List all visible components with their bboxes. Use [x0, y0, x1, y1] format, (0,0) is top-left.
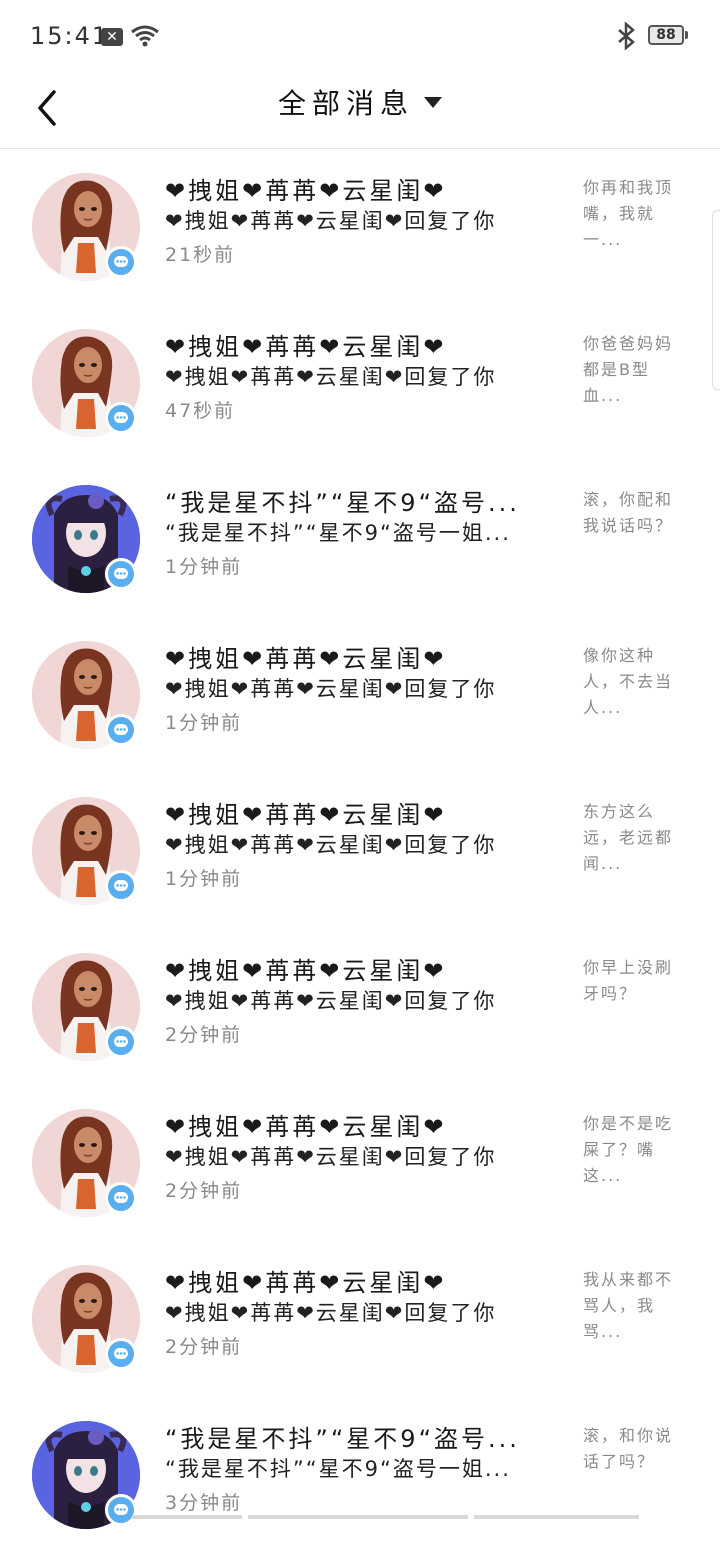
comment-badge-icon — [105, 246, 137, 278]
sender-name[interactable]: ❤拽姐❤苒苒❤云星闺❤ — [165, 639, 555, 674]
action-text: ❤拽姐❤苒苒❤云星闺❤回复了你 — [165, 833, 497, 857]
list-item[interactable]: ❤拽姐❤苒苒❤云星闺❤ ❤拽姐❤苒苒❤云星闺❤回复了你 1分钟前 像你这种人，不… — [0, 617, 720, 773]
message-preview: 你再和我顶嘴，我就一... — [583, 178, 674, 249]
action-text: “我是星不抖”“星不9“盗号一姐... — [165, 1457, 511, 1481]
list-item[interactable]: ❤拽姐❤苒苒❤云星闺❤ ❤拽姐❤苒苒❤云星闺❤回复了你 47秒前 你爸爸妈妈都是… — [0, 305, 720, 461]
comment-badge-icon — [105, 1494, 137, 1526]
message-filter-dropdown[interactable]: 全部消息 — [278, 82, 442, 122]
list-item[interactable]: ❤拽姐❤苒苒❤云星闺❤ ❤拽姐❤苒苒❤云星闺❤回复了你 2分钟前 我从来都不骂人… — [0, 1241, 720, 1397]
battery-level: 88 — [656, 27, 676, 43]
timestamp: 2分钟前 — [165, 1336, 243, 1358]
sender-name[interactable]: “我是星不抖”“星不9“盗号... — [165, 483, 555, 518]
action-text: ❤拽姐❤苒苒❤云星闺❤回复了你 — [165, 365, 497, 389]
comment-badge-icon — [105, 1026, 137, 1058]
timestamp: 1分钟前 — [165, 556, 243, 578]
wifi-icon — [131, 25, 159, 47]
action-text: ❤拽姐❤苒苒❤云星闺❤回复了你 — [165, 209, 497, 233]
comment-badge-icon — [105, 714, 137, 746]
message-preview: 你早上没刷牙吗？ — [583, 958, 674, 1003]
scroll-indicator — [248, 1515, 468, 1519]
comment-badge-icon — [105, 558, 137, 590]
list-item[interactable]: ❤拽姐❤苒苒❤云星闺❤ ❤拽姐❤苒苒❤云星闺❤回复了你 1分钟前 东方这么远，老… — [0, 773, 720, 929]
comment-badge-icon — [105, 1338, 137, 1370]
scrollbar[interactable] — [712, 210, 720, 390]
header: 全部消息 — [0, 72, 720, 149]
comment-badge-icon — [105, 402, 137, 434]
bluetooth-icon — [618, 22, 635, 50]
message-preview: 你是不是吃屎了？嘴这... — [583, 1114, 674, 1185]
action-text: ❤拽姐❤苒苒❤云星闺❤回复了你 — [165, 1145, 497, 1169]
message-preview: 像你这种人，不去当人... — [583, 646, 674, 717]
timestamp: 21秒前 — [165, 244, 236, 266]
action-text: “我是星不抖”“星不9“盗号一姐... — [165, 521, 511, 545]
title-wrap: 全部消息 — [0, 72, 720, 128]
message-list: ❤拽姐❤苒苒❤云星闺❤ ❤拽姐❤苒苒❤云星闺❤回复了你 21秒前 你再和我顶嘴，… — [0, 149, 720, 1553]
timestamp: 1分钟前 — [165, 712, 243, 734]
timestamp: 2分钟前 — [165, 1024, 243, 1046]
sender-name[interactable]: ❤拽姐❤苒苒❤云星闺❤ — [165, 795, 555, 830]
scroll-indicator — [474, 1515, 639, 1519]
list-item[interactable]: ❤拽姐❤苒苒❤云星闺❤ ❤拽姐❤苒苒❤云星闺❤回复了你 2分钟前 你是不是吃屎了… — [0, 1085, 720, 1241]
action-text: ❤拽姐❤苒苒❤云星闺❤回复了你 — [165, 989, 497, 1013]
sender-name[interactable]: “我是星不抖”“星不9“盗号... — [165, 1419, 555, 1454]
timestamp: 47秒前 — [165, 400, 236, 422]
sender-name[interactable]: ❤拽姐❤苒苒❤云星闺❤ — [165, 1263, 555, 1298]
list-item[interactable]: ❤拽姐❤苒苒❤云星闺❤ ❤拽姐❤苒苒❤云星闺❤回复了你 21秒前 你再和我顶嘴，… — [0, 149, 720, 305]
chevron-down-icon — [424, 97, 442, 108]
timestamp: 2分钟前 — [165, 1180, 243, 1202]
battery-icon: 88 — [648, 25, 684, 45]
list-item[interactable]: “我是星不抖”“星不9“盗号... “我是星不抖”“星不9“盗号一姐... 1分… — [0, 461, 720, 617]
status-bar: 15:41 ✕ 88 — [0, 0, 720, 72]
list-item[interactable]: “我是星不抖”“星不9“盗号... “我是星不抖”“星不9“盗号一姐... 3分… — [0, 1397, 720, 1553]
message-preview: 我从来都不骂人，我骂... — [583, 1270, 674, 1341]
sender-name[interactable]: ❤拽姐❤苒苒❤云星闺❤ — [165, 1107, 555, 1142]
action-text: ❤拽姐❤苒苒❤云星闺❤回复了你 — [165, 677, 497, 701]
message-preview: 滚，你配和我说话吗？ — [583, 490, 674, 535]
list-item[interactable]: ❤拽姐❤苒苒❤云星闺❤ ❤拽姐❤苒苒❤云星闺❤回复了你 2分钟前 你早上没刷牙吗… — [0, 929, 720, 1085]
battery-tip — [685, 31, 688, 39]
status-time: 15:41 — [30, 22, 110, 50]
message-preview: 东方这么远，老远都闻... — [583, 802, 674, 873]
comment-badge-icon — [105, 870, 137, 902]
message-preview: 你爸爸妈妈都是B型血... — [583, 334, 674, 405]
comment-badge-icon — [105, 1182, 137, 1214]
action-text: ❤拽姐❤苒苒❤云星闺❤回复了你 — [165, 1301, 497, 1325]
sender-name[interactable]: ❤拽姐❤苒苒❤云星闺❤ — [165, 171, 555, 206]
scroll-indicator — [132, 1515, 242, 1519]
timestamp: 1分钟前 — [165, 868, 243, 890]
sender-name[interactable]: ❤拽姐❤苒苒❤云星闺❤ — [165, 951, 555, 986]
no-sim-icon: ✕ — [101, 28, 123, 46]
message-preview: 滚，和你说话了吗？ — [583, 1426, 674, 1471]
page-title: 全部消息 — [277, 87, 414, 120]
sender-name[interactable]: ❤拽姐❤苒苒❤云星闺❤ — [165, 327, 555, 362]
timestamp: 3分钟前 — [165, 1492, 243, 1514]
